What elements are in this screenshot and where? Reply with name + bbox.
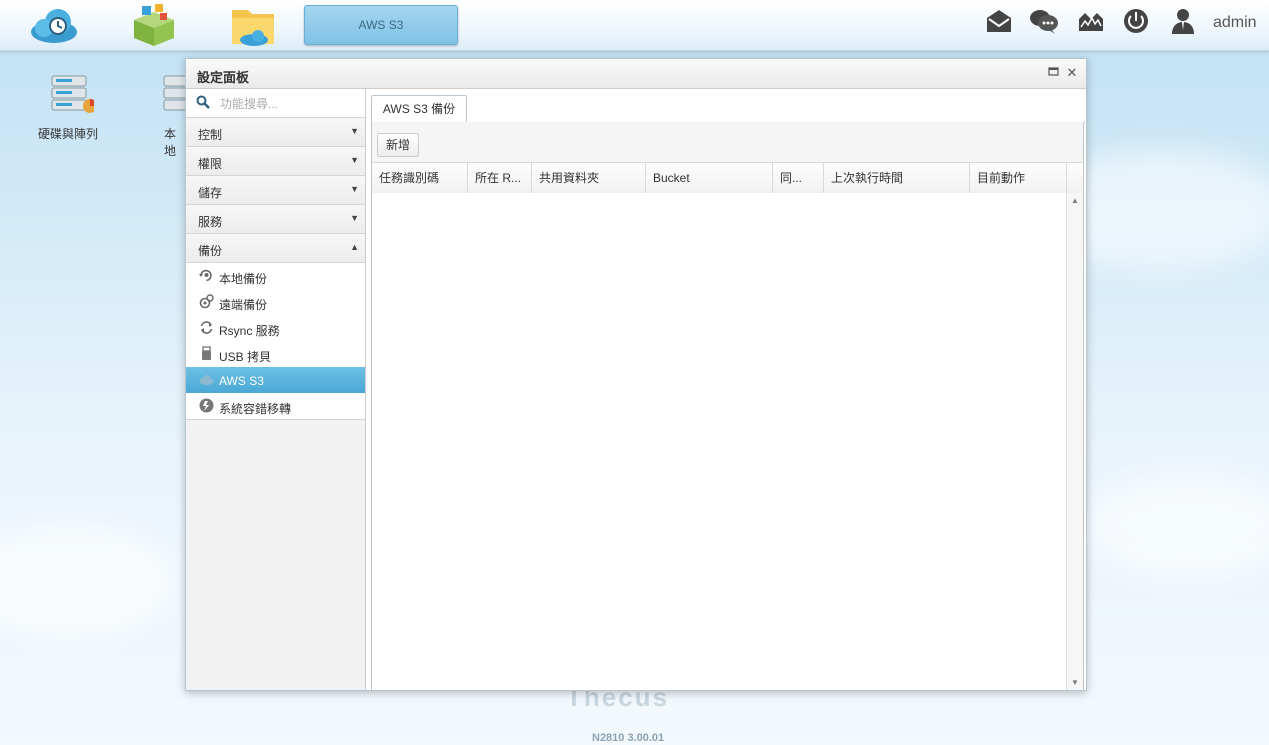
chat-icon[interactable] <box>1029 7 1058 35</box>
expand-arrow-icon: ▼ <box>350 184 359 194</box>
toolbar: 新增 <box>372 122 1083 162</box>
sidebar-item-rsync[interactable]: Rsync 服務 <box>186 315 365 341</box>
category-label: 備份 <box>198 244 223 258</box>
tab-aws-s3-backup[interactable]: AWS S3 備份 <box>371 95 467 123</box>
user-icon[interactable] <box>1169 7 1197 35</box>
tab-strip: AWS S3 備份 <box>371 89 1085 123</box>
sidebar-item-usb-copy[interactable]: USB 拷貝 <box>186 341 365 367</box>
sidebar-item-remote-backup[interactable]: 遠端備份 <box>186 289 365 315</box>
background-cloud <box>0 520 180 640</box>
scroll-up-icon[interactable]: ▲ <box>1071 196 1079 205</box>
desktop-icon-disks[interactable]: 硬碟與陣列 <box>33 72 103 142</box>
column-header-current-action[interactable]: 目前動作 <box>970 163 1067 193</box>
sidebar-item-label: AWS S3 <box>219 374 264 388</box>
rsync-icon <box>199 320 214 335</box>
expand-arrow-icon: ▼ <box>350 155 359 165</box>
sidebar-item-label: 系統容錯移轉 <box>219 402 292 416</box>
close-icon[interactable]: ✕ <box>1065 66 1079 80</box>
sidebar-item-local-backup[interactable]: 本地備份 <box>186 263 365 289</box>
remote-backup-icon <box>199 294 214 309</box>
column-header-spacer <box>1067 163 1083 193</box>
window-title: 設定面板 <box>197 70 250 85</box>
taskbar-aws-s3-button[interactable]: AWS S3 <box>304 5 458 45</box>
sidebar-item-label: Rsync 服務 <box>219 324 280 338</box>
add-button[interactable]: 新增 <box>377 133 419 157</box>
search-icon <box>196 95 210 112</box>
table-header: 任務識別碼 所在 R... 共用資料夾 Bucket 同... 上次執行時間 目… <box>372 162 1083 194</box>
power-icon[interactable] <box>1122 7 1150 35</box>
aws-s3-panel: 新增 任務識別碼 所在 R... 共用資料夾 Bucket 同... 上次執行時… <box>371 122 1084 690</box>
expand-arrow-icon: ▼ <box>350 213 359 223</box>
backup-submenu: 本地備份 遠端備份 Rsync 服務 USB 拷貝 AWS S3 系統容錯移轉 <box>186 263 365 420</box>
app-center-icon[interactable] <box>128 4 178 48</box>
file-browser-icon[interactable] <box>228 4 278 48</box>
mail-icon[interactable] <box>985 7 1013 35</box>
sidebar-item-label: USB 拷貝 <box>219 350 272 364</box>
category-label: 權限 <box>198 157 223 171</box>
username-label[interactable]: admin <box>1213 14 1257 32</box>
expand-arrow-icon: ▼ <box>350 126 359 136</box>
column-header-shared-folder[interactable]: 共用資料夾 <box>532 163 646 193</box>
background-cloud <box>1080 470 1269 580</box>
scroll-down-icon[interactable]: ▼ <box>1071 678 1079 687</box>
sidebar-item-label: 本地備份 <box>219 272 268 286</box>
category-privilege[interactable]: 權限 ▼ <box>186 147 365 176</box>
settings-window: 設定面板 ✕ 控制 ▼ 權限 ▼ 儲存 ▼ 服務 ▼ 備份 <box>185 58 1087 691</box>
table-body <box>372 193 1067 690</box>
column-header-bucket[interactable]: Bucket <box>646 163 773 193</box>
search-input[interactable] <box>218 93 362 115</box>
sidebar-item-label: 遠端備份 <box>219 298 268 312</box>
firmware-version: N2810 3.00.01 <box>592 732 665 744</box>
system-status-icon[interactable] <box>1077 7 1105 35</box>
category-label: 儲存 <box>198 186 223 200</box>
failover-icon <box>199 398 214 413</box>
category-service[interactable]: 服務 ▼ <box>186 205 365 234</box>
taskbar: AWS S3 admin <box>0 0 1269 51</box>
column-header-raid[interactable]: 所在 R... <box>468 163 532 193</box>
vertical-scrollbar[interactable]: ▲ ▼ <box>1066 193 1083 690</box>
window-titlebar[interactable]: 設定面板 ✕ <box>186 59 1086 89</box>
settings-sidebar: 控制 ▼ 權限 ▼ 儲存 ▼ 服務 ▼ 備份 ▲ 本地備份 <box>186 89 366 690</box>
sidebar-item-aws-s3[interactable]: AWS S3 <box>186 367 365 393</box>
category-storage[interactable]: 儲存 ▼ <box>186 176 365 205</box>
local-backup-icon <box>199 268 214 283</box>
column-header-last-run[interactable]: 上次執行時間 <box>824 163 970 193</box>
desktop-icon-label: 本地 <box>164 127 177 158</box>
function-search <box>186 89 365 118</box>
desktop-icon-local[interactable]: 本地 <box>140 72 185 159</box>
disk-array-icon <box>51 75 97 113</box>
column-header-sync[interactable]: 同... <box>773 163 824 193</box>
maximize-icon[interactable] <box>1046 66 1060 80</box>
category-label: 控制 <box>198 128 223 142</box>
category-control[interactable]: 控制 ▼ <box>186 118 365 147</box>
column-header-task-id[interactable]: 任務識別碼 <box>372 163 468 193</box>
cloud-icon <box>199 372 214 387</box>
usb-icon <box>199 346 214 361</box>
sidebar-item-failover[interactable]: 系統容錯移轉 <box>186 393 365 419</box>
collapse-arrow-icon: ▲ <box>350 242 359 252</box>
local-storage-icon <box>163 75 185 111</box>
cloud-logo-icon[interactable] <box>28 4 78 48</box>
aws-s3-content: AWS S3 備份 新增 任務識別碼 所在 R... 共用資料夾 Bucket … <box>371 89 1085 690</box>
category-backup[interactable]: 備份 ▲ <box>186 234 365 263</box>
category-label: 服務 <box>198 215 223 229</box>
desktop-icon-label: 硬碟與陣列 <box>37 127 98 141</box>
